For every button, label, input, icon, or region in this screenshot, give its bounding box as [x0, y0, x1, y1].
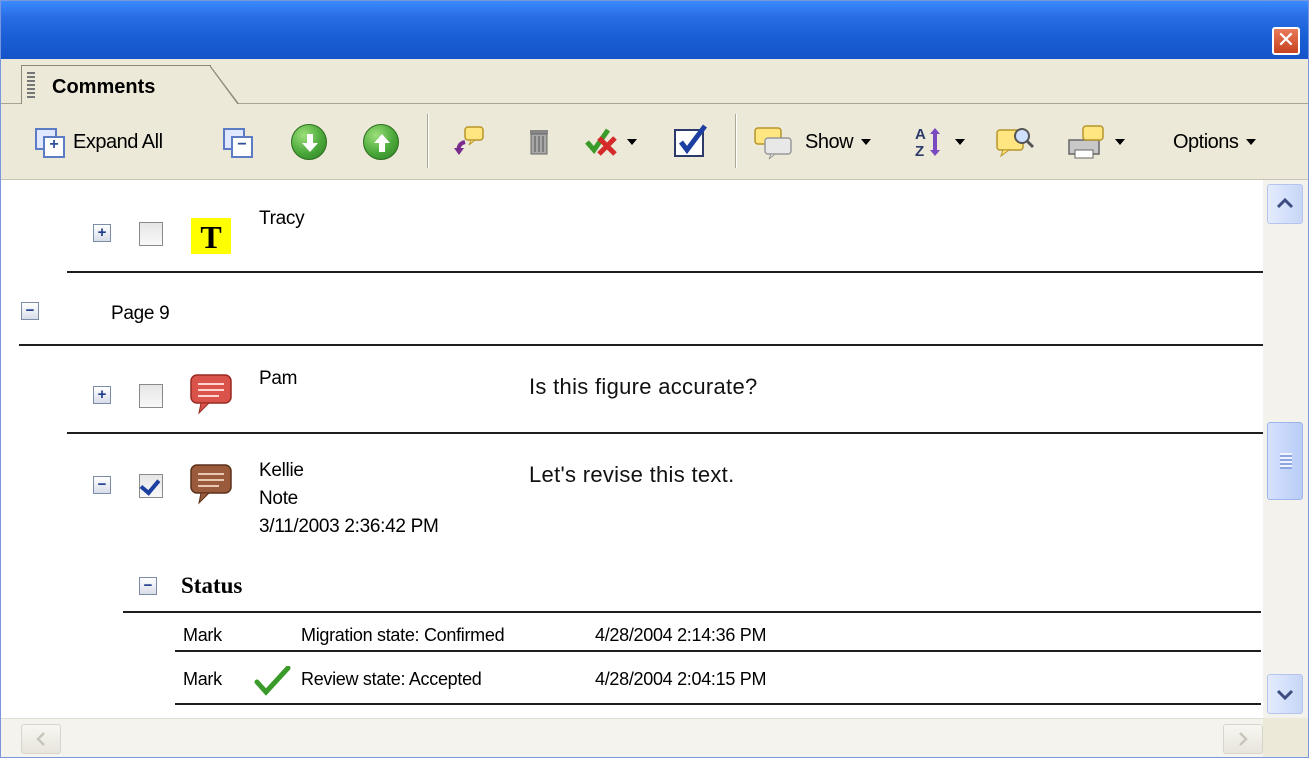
- comment-type: Note: [259, 488, 298, 509]
- tab-grip[interactable]: [27, 72, 35, 100]
- toolbar: Expand All: [1, 104, 1308, 180]
- comment-checkbox[interactable]: [139, 222, 163, 246]
- row-divider: [67, 432, 1263, 434]
- previous-comment-icon: [363, 124, 399, 160]
- set-status-button[interactable]: [583, 120, 637, 164]
- show-button[interactable]: Show: [753, 120, 872, 164]
- comments-window: ✕ Comments Expand All: [0, 0, 1309, 758]
- svg-text:T: T: [200, 219, 221, 255]
- row-divider: [175, 650, 1261, 652]
- horizontal-scrollbar[interactable]: [1, 718, 1263, 757]
- scroll-thumb[interactable]: [1267, 422, 1303, 500]
- delete-button[interactable]: [521, 120, 557, 164]
- scroll-right-button[interactable]: [1223, 724, 1263, 754]
- expand-all-button[interactable]: Expand All: [35, 120, 163, 164]
- previous-comment-button[interactable]: [363, 120, 399, 164]
- comment-checkbox-checked[interactable]: [139, 474, 163, 498]
- title-bar[interactable]: ✕: [1, 1, 1308, 59]
- comment-author: Pam: [259, 368, 298, 389]
- scroll-left-button[interactable]: [21, 724, 61, 754]
- options-label: Options: [1173, 130, 1239, 153]
- options-dropdown-arrow[interactable]: [1246, 139, 1257, 145]
- expand-comment-button[interactable]: +: [93, 224, 111, 242]
- comment-checkbox[interactable]: [139, 384, 163, 408]
- collapse-status-button[interactable]: −: [139, 577, 157, 595]
- comment-author: Kellie: [259, 460, 304, 481]
- comment-author: Tracy: [259, 208, 305, 229]
- reply-icon: [451, 124, 487, 160]
- print-comments-icon: [1065, 124, 1107, 160]
- history-state: Migration state: Confirmed: [301, 625, 505, 645]
- tab-strip: Comments: [1, 59, 1308, 105]
- toolbar-separator: [427, 114, 429, 168]
- row-divider: [19, 344, 1263, 346]
- comment-date: 3/11/2003 2:36:42 PM: [259, 516, 439, 537]
- checkmark-icon: [253, 665, 293, 696]
- row-divider: [123, 611, 1261, 613]
- history-date: 4/28/2004 2:14:36 PM: [595, 625, 767, 645]
- status-heading: Status: [181, 573, 243, 598]
- row-divider: [175, 703, 1261, 705]
- history-date: 4/28/2004 2:04:15 PM: [595, 669, 767, 689]
- note-bubble-icon: [189, 373, 233, 415]
- set-status-dropdown-arrow[interactable]: [627, 139, 637, 145]
- svg-text:A: A: [915, 126, 926, 143]
- search-comments-button[interactable]: [995, 120, 1035, 164]
- history-user: Mark: [183, 625, 222, 645]
- svg-text:Z: Z: [915, 143, 924, 160]
- comment-text[interactable]: Let's revise this text.: [529, 462, 735, 488]
- sort-icon: A Z: [913, 124, 947, 160]
- collapse-page-button[interactable]: −: [21, 302, 39, 320]
- scroll-down-button[interactable]: [1267, 674, 1303, 714]
- reply-button[interactable]: [451, 120, 487, 164]
- collapse-comment-button[interactable]: −: [93, 476, 111, 494]
- print-comments-button[interactable]: [1065, 120, 1125, 164]
- scrollbar-corner: [1263, 718, 1308, 757]
- trash-icon: [521, 124, 557, 160]
- close-button[interactable]: ✕: [1272, 27, 1300, 55]
- show-dropdown-arrow[interactable]: [861, 139, 872, 145]
- collapse-all-icon: [223, 128, 253, 158]
- expand-all-label: Expand All: [73, 130, 163, 153]
- expand-comment-button[interactable]: +: [93, 386, 111, 404]
- show-label: Show: [805, 130, 854, 153]
- checkmark-icon: [673, 124, 709, 160]
- comment-text[interactable]: Is this figure accurate?: [529, 374, 758, 400]
- tab-label: Comments: [52, 76, 156, 98]
- comments-list[interactable]: + T Tracy − Page 9 + Pam Is this figure …: [1, 180, 1263, 718]
- scroll-up-button[interactable]: [1267, 184, 1303, 224]
- tab-comments[interactable]: Comments: [21, 65, 240, 105]
- collapse-all-button[interactable]: [223, 120, 253, 164]
- page-label: Page 9: [111, 303, 170, 324]
- toolbar-separator: [735, 114, 737, 168]
- next-comment-button[interactable]: [291, 120, 327, 164]
- expand-all-icon: [35, 128, 65, 158]
- history-state: Review state: Accepted: [301, 669, 482, 689]
- options-button[interactable]: Options: [1173, 120, 1257, 164]
- search-comments-icon: [995, 124, 1035, 160]
- sort-button[interactable]: A Z: [913, 120, 965, 164]
- history-user: Mark: [183, 669, 222, 689]
- next-comment-icon: [291, 124, 327, 160]
- set-status-icon: [583, 124, 619, 160]
- sort-dropdown-arrow[interactable]: [955, 139, 965, 145]
- print-dropdown-arrow[interactable]: [1115, 139, 1125, 145]
- row-divider: [67, 271, 1263, 273]
- text-highlight-icon: T: [189, 212, 233, 256]
- vertical-scrollbar[interactable]: [1263, 180, 1308, 718]
- checkmark-button[interactable]: [673, 120, 709, 164]
- note-bubble-icon: [189, 463, 233, 505]
- show-comments-icon: [753, 124, 797, 160]
